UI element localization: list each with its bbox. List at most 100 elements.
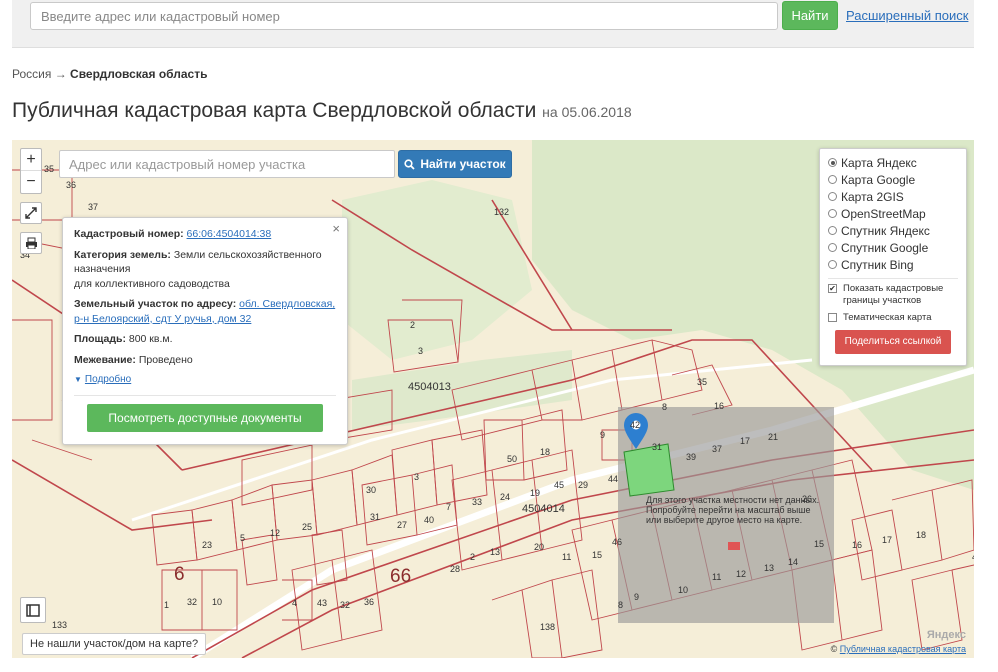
layer-option-bing-satellite[interactable]: Спутник Bing — [828, 256, 958, 273]
zoom-out-button[interactable]: − — [21, 171, 41, 193]
book-icon — [26, 603, 40, 617]
radio-icon[interactable] — [828, 243, 837, 252]
svg-text:10: 10 — [212, 597, 222, 607]
zoom-in-button[interactable]: + — [21, 149, 41, 171]
svg-text:13: 13 — [490, 547, 500, 557]
svg-text:35: 35 — [697, 377, 707, 387]
show-borders-checkbox-row[interactable]: ✔ Показать кадастровые границы участков — [828, 283, 958, 307]
svg-text:24: 24 — [500, 492, 510, 502]
radio-icon[interactable] — [828, 209, 837, 218]
category-label: Категория земель: — [74, 248, 171, 261]
svg-text:15: 15 — [592, 550, 602, 560]
svg-text:132: 132 — [494, 207, 509, 217]
svg-text:16: 16 — [852, 540, 862, 550]
search-icon — [404, 158, 415, 170]
svg-text:42: 42 — [630, 420, 640, 430]
close-icon[interactable]: × — [332, 221, 340, 237]
search-button[interactable]: Найти — [782, 1, 838, 30]
find-parcel-button[interactable]: Найти участок — [398, 150, 512, 178]
cadastral-row: Кадастровый номер: 66:06:4504014:38 — [74, 227, 336, 242]
breadcrumb-root-link[interactable]: Россия — [12, 67, 51, 81]
svg-text:28: 28 — [450, 564, 460, 574]
svg-text:21: 21 — [768, 432, 778, 442]
page-date: на 05.06.2018 — [542, 104, 632, 120]
cadastral-map[interactable]: Для этого участка местности нет данных. … — [12, 140, 974, 658]
svg-text:39: 39 — [686, 452, 696, 462]
layer-option-osm[interactable]: OpenStreetMap — [828, 205, 958, 222]
layer-option-google-satellite[interactable]: Спутник Google — [828, 239, 958, 256]
radio-icon[interactable] — [828, 192, 837, 201]
layer-label: Карта 2GIS — [841, 189, 904, 204]
area-label: Площадь: — [74, 333, 126, 345]
layer-option-yandex-map[interactable]: Карта Яндекс — [828, 154, 958, 171]
layer-label: Спутник Google — [841, 240, 929, 255]
fullscreen-button[interactable] — [20, 202, 42, 224]
category-subvalue: для коллективного садоводства — [74, 277, 230, 290]
svg-text:37: 37 — [712, 444, 722, 454]
checkbox-icon[interactable] — [828, 313, 837, 322]
details-link[interactable]: Подробно — [85, 374, 131, 385]
svg-text:8: 8 — [662, 402, 667, 412]
svg-text:7: 7 — [446, 502, 451, 512]
radio-icon[interactable] — [828, 226, 837, 235]
parcel-search-input[interactable] — [59, 150, 395, 178]
svg-text:3: 3 — [414, 472, 419, 482]
area-value: 800 кв.м. — [128, 333, 173, 345]
expand-icon — [25, 207, 37, 219]
map-layers-panel: Карта Яндекс Карта Google Карта 2GIS Ope… — [819, 148, 967, 366]
breadcrumb-current: Свердловская область — [70, 67, 208, 81]
svg-text:23: 23 — [202, 540, 212, 550]
survey-row: Межевание: Проведено — [74, 353, 336, 368]
radio-selected-icon[interactable] — [828, 158, 837, 167]
svg-text:32: 32 — [340, 600, 350, 610]
checkbox-checked-icon[interactable]: ✔ — [828, 284, 837, 293]
survey-label: Межевание: — [74, 353, 136, 366]
svg-text:36: 36 — [66, 180, 76, 190]
cadastral-number-link[interactable]: 66:06:4504014:38 — [187, 228, 272, 240]
svg-text:1: 1 — [164, 600, 169, 610]
svg-text:14: 14 — [788, 557, 798, 567]
svg-text:44: 44 — [972, 552, 974, 562]
advanced-search-link[interactable]: Расширенный поиск — [846, 8, 968, 23]
not-found-button[interactable]: Не нашли участок/дом на карте? — [22, 633, 207, 655]
view-documents-button[interactable]: Посмотреть доступные документы — [87, 403, 323, 432]
breadcrumb: Россия → Свердловская область — [12, 67, 207, 81]
svg-text:4: 4 — [292, 598, 297, 608]
share-link-button[interactable]: Поделиться ссылкой — [835, 330, 951, 354]
yandex-logo: Яндекс — [926, 629, 966, 641]
svg-text:20: 20 — [534, 542, 544, 552]
map-copyright: © Публичная кадастровая карта — [831, 644, 966, 654]
layer-option-yandex-satellite[interactable]: Спутник Яндекс — [828, 222, 958, 239]
svg-text:9: 9 — [600, 430, 605, 440]
address-label: Земельный участок по адресу: — [74, 298, 237, 310]
print-button[interactable] — [20, 232, 42, 254]
caret-down-icon: ▼ — [74, 375, 82, 384]
thematic-map-label: Тематическая карта — [843, 312, 932, 323]
layer-label: Карта Яндекс — [841, 155, 917, 170]
legend-button[interactable] — [20, 597, 46, 623]
svg-text:138: 138 — [540, 622, 555, 632]
page-title-text: Публичная кадастровая карта Свердловской… — [12, 99, 537, 122]
category-row: Категория земель: Земли сельскохозяйстве… — [74, 248, 336, 292]
printer-icon — [25, 237, 37, 249]
details-toggle[interactable]: ▼ Подробно — [74, 373, 336, 388]
top-search-bar: Найти Расширенный поиск — [12, 0, 974, 48]
svg-text:31: 31 — [370, 512, 380, 522]
popup-divider — [74, 394, 336, 396]
layer-option-2gis-map[interactable]: Карта 2GIS — [828, 188, 958, 205]
svg-text:25: 25 — [302, 522, 312, 532]
address-search-input[interactable] — [30, 2, 778, 30]
layer-option-google-map[interactable]: Карта Google — [828, 171, 958, 188]
svg-text:5: 5 — [240, 533, 245, 543]
svg-text:17: 17 — [740, 436, 750, 446]
radio-icon[interactable] — [828, 260, 837, 269]
svg-text:30: 30 — [366, 485, 376, 495]
selected-parcel[interactable] — [623, 443, 675, 497]
thematic-map-checkbox-row[interactable]: Тематическая карта — [828, 312, 958, 324]
small-building — [728, 542, 740, 550]
zoom-control: + − — [20, 148, 42, 194]
copyright-link[interactable]: Публичная кадастровая карта — [840, 644, 966, 654]
svg-text:50: 50 — [507, 454, 517, 464]
radio-icon[interactable] — [828, 175, 837, 184]
svg-text:17: 17 — [882, 535, 892, 545]
